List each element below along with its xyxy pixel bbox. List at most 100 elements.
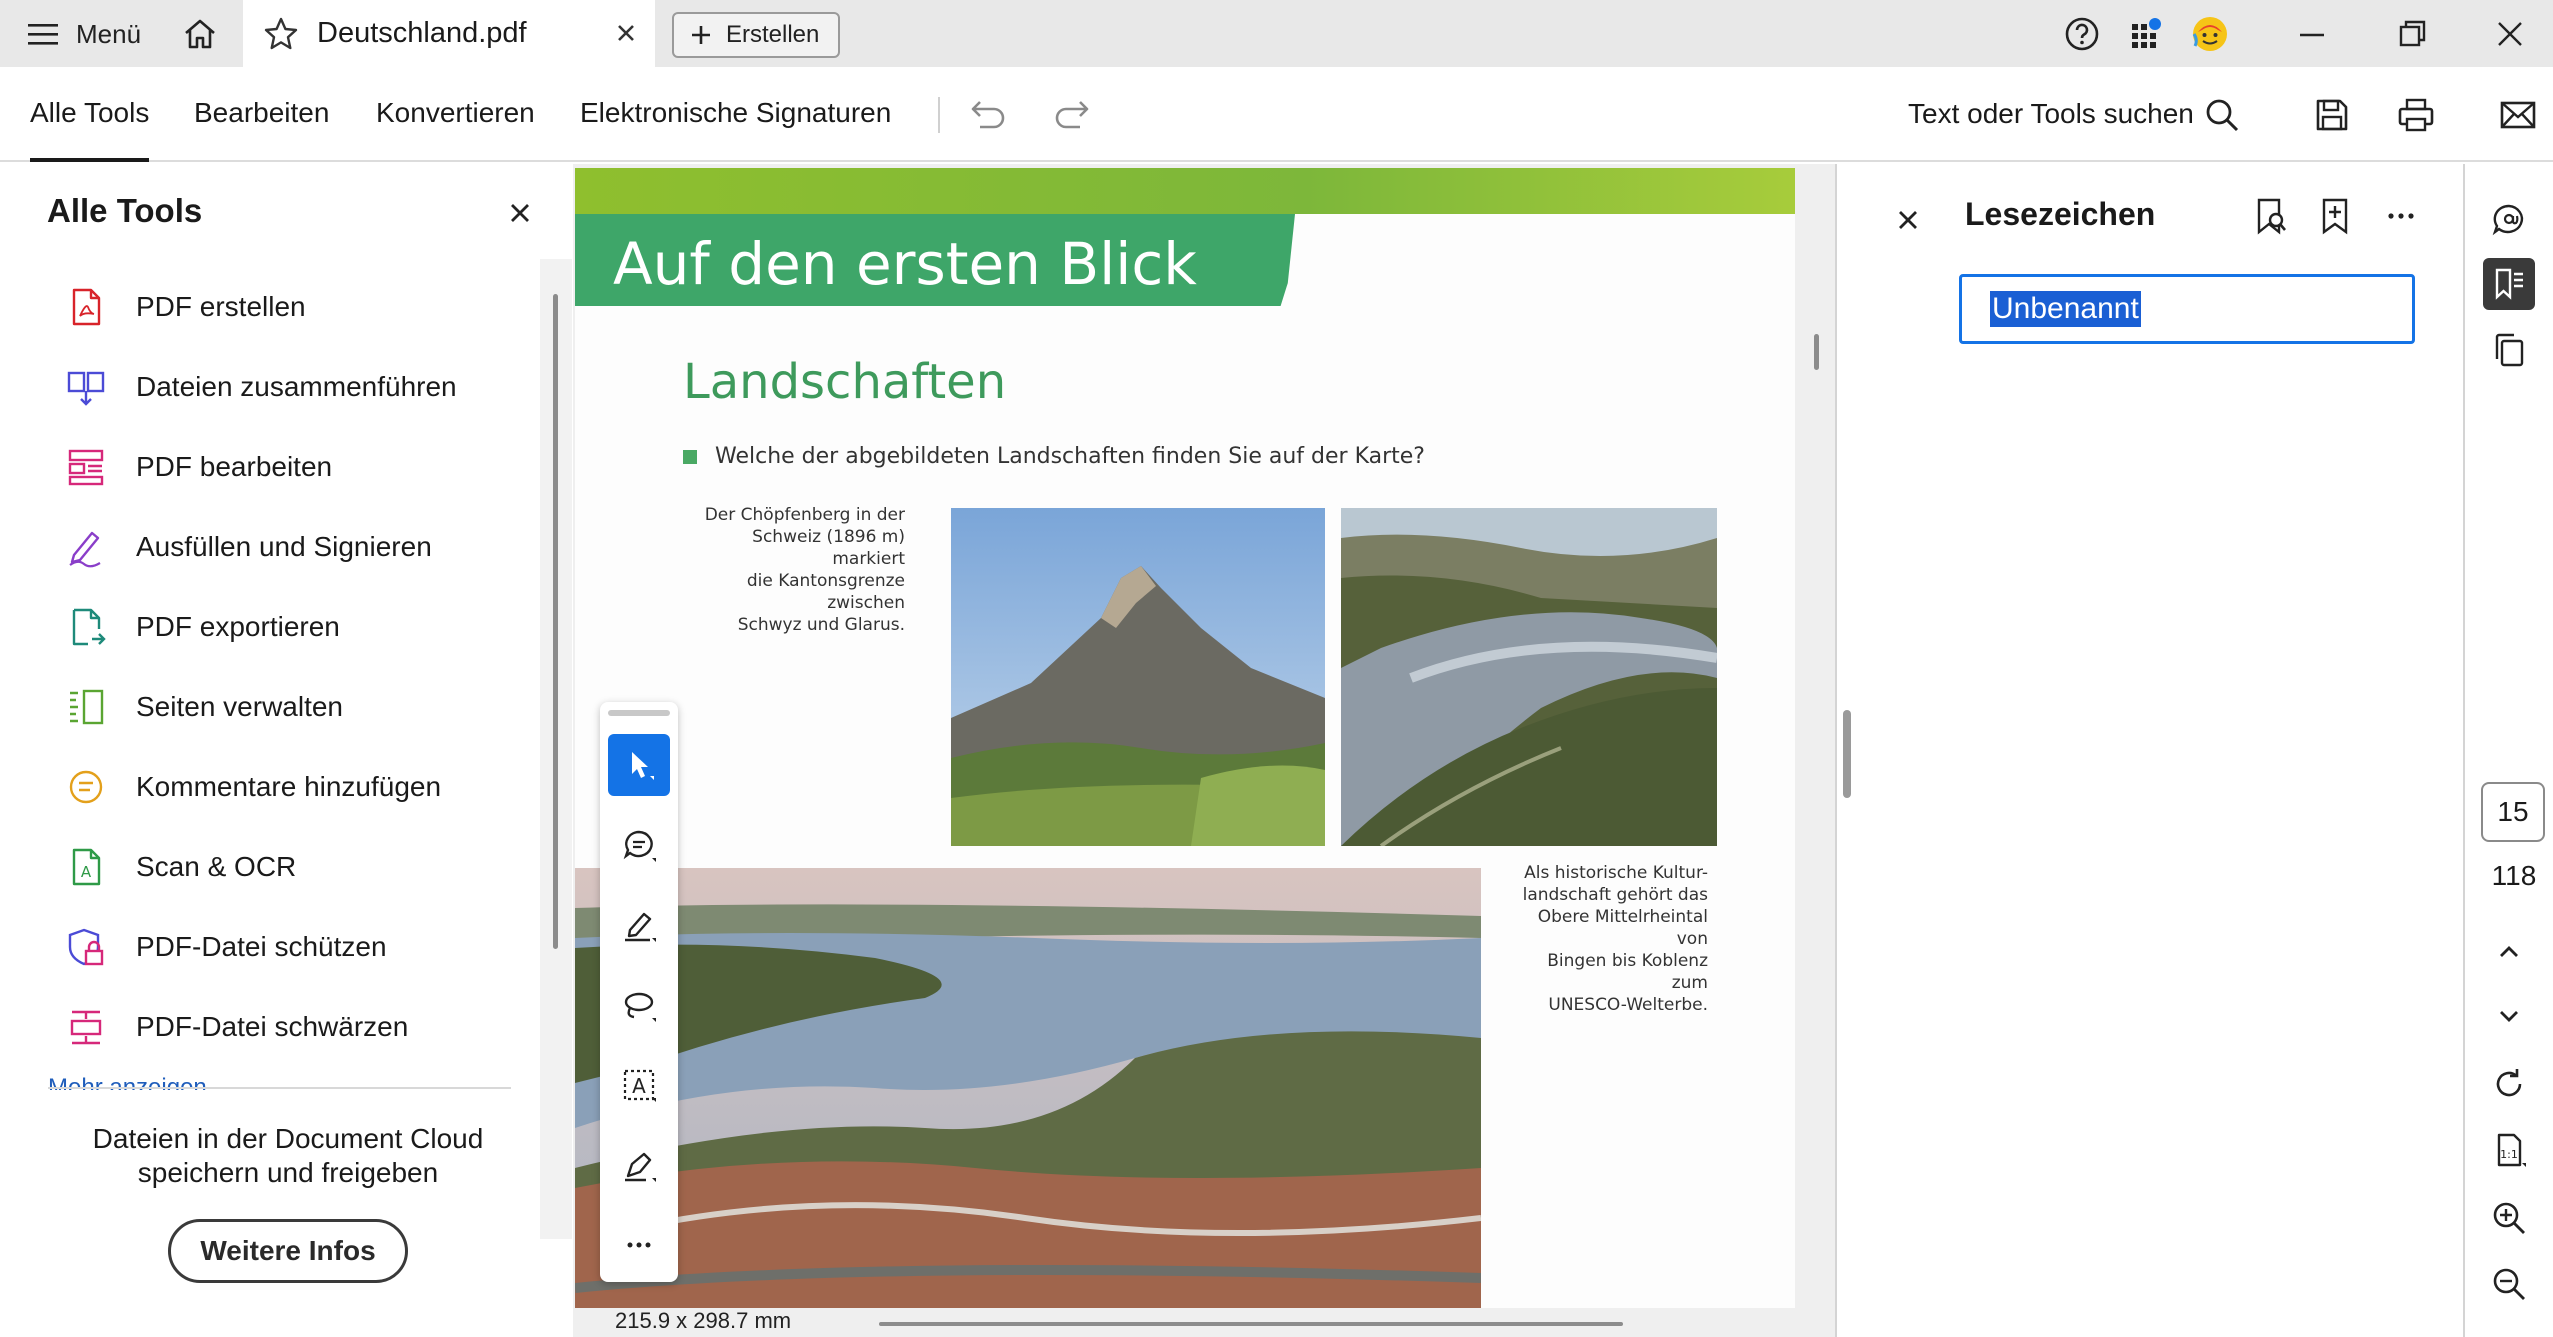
- tool-item-redact-pdf[interactable]: PDF-Datei schwärzen: [64, 1002, 408, 1052]
- text-tool-button[interactable]: A: [608, 1054, 670, 1116]
- rotate-button[interactable]: [2483, 1058, 2535, 1110]
- document-horizontal-scrollbar[interactable]: [879, 1322, 1623, 1326]
- home-icon[interactable]: [180, 14, 220, 54]
- caption-mountain: Der Chöpfenberg in der Schweiz (1896 m) …: [685, 504, 905, 636]
- email-icon[interactable]: [2496, 93, 2540, 137]
- page-size-label: 215.9 x 298.7 mm: [615, 1308, 792, 1333]
- svg-text:A: A: [81, 863, 92, 881]
- comment-tool-button[interactable]: [608, 814, 670, 876]
- tool-label: Ausfüllen und Signieren: [136, 531, 432, 562]
- search-icon[interactable]: [2200, 93, 2244, 137]
- restore-icon[interactable]: [2392, 14, 2432, 54]
- panel-resize-handle[interactable]: [1843, 710, 1851, 798]
- close-tab-icon[interactable]: [611, 18, 641, 48]
- bookmark-name-input[interactable]: Unbenannt: [1959, 274, 2415, 344]
- tool-label: PDF erstellen: [136, 291, 306, 322]
- redo-icon[interactable]: [1050, 93, 1094, 137]
- undo-icon[interactable]: [966, 93, 1010, 137]
- star-icon[interactable]: [263, 16, 299, 52]
- comment-bubble-icon: [623, 830, 656, 862]
- add-bookmark-icon[interactable]: [2315, 196, 2355, 236]
- photo-rhine-valley: [1341, 508, 1717, 846]
- search-tools-label[interactable]: Text oder Tools suchen: [1908, 98, 2194, 130]
- question-line: Welche der abgebildeten Landschaften fin…: [683, 444, 1425, 469]
- highlight-tool-button[interactable]: [608, 894, 670, 956]
- fit-page-button[interactable]: 1:1: [2483, 1124, 2535, 1176]
- tool-item-fill-sign[interactable]: Ausfüllen und Signieren: [64, 522, 432, 572]
- tab-e-signatures[interactable]: Elektronische Signaturen: [580, 97, 891, 129]
- menu-button[interactable]: Menü: [28, 16, 141, 52]
- document-viewer[interactable]: Auf den ersten Blick Landschaften Welche…: [573, 164, 1835, 1337]
- zoom-out-icon: [2493, 1268, 2525, 1300]
- close-bookmarks-icon[interactable]: [1894, 206, 1922, 234]
- zoom-out-button[interactable]: [2483, 1258, 2535, 1310]
- tool-item-combine-files[interactable]: Dateien zusammenführen: [64, 362, 457, 412]
- pages-rail-button[interactable]: [2483, 324, 2535, 376]
- tool-label: Dateien zusammenführen: [136, 371, 457, 402]
- tool-item-add-comments[interactable]: Kommentare hinzufügen: [64, 762, 441, 812]
- bookmark-name-text[interactable]: Unbenannt: [1990, 291, 2141, 327]
- pen-nib-icon: [625, 1152, 656, 1182]
- tab-title: Deutschland.pdf: [317, 17, 527, 49]
- fill-sign-icon: [69, 531, 101, 568]
- next-page-button[interactable]: [2483, 990, 2535, 1042]
- document-vertical-scrollbar[interactable]: [1814, 334, 1819, 370]
- previous-page-button[interactable]: [2483, 926, 2535, 978]
- save-icon[interactable]: [2310, 93, 2354, 137]
- close-window-icon[interactable]: [2490, 14, 2530, 54]
- tab-all-tools[interactable]: Alle Tools: [30, 97, 150, 162]
- chevron-up-icon: [2500, 946, 2518, 957]
- apps-grid-icon[interactable]: [2126, 14, 2166, 54]
- more-horizontal-icon: [627, 1242, 651, 1248]
- minimize-icon[interactable]: [2292, 14, 2332, 54]
- tool-item-scan-ocr[interactable]: A Scan & OCR: [64, 842, 296, 892]
- right-rail: 15 118 1:1: [2465, 164, 2553, 1337]
- panel-scrollbar[interactable]: [553, 294, 558, 949]
- plus-icon: [692, 26, 710, 44]
- tool-item-protect-pdf[interactable]: PDF-Datei schützen: [64, 922, 387, 972]
- menu-label: Menü: [76, 18, 142, 49]
- toolbar-divider: [938, 97, 940, 133]
- bookmark-search-icon[interactable]: [2251, 196, 2291, 236]
- tool-item-export-pdf[interactable]: PDF exportieren: [64, 602, 340, 652]
- quick-tools-toolbar: A: [600, 702, 678, 1282]
- protect-pdf-icon: [68, 928, 104, 966]
- create-button[interactable]: Erstellen: [672, 12, 840, 58]
- caption-line: Schwyz und Glarus.: [737, 615, 905, 635]
- zoom-in-button[interactable]: [2483, 1192, 2535, 1244]
- caption-line: Bingen bis Koblenz zum: [1547, 951, 1708, 993]
- panel-title: Alle Tools: [47, 192, 203, 229]
- caption-line: Obere Mittelrheintal von: [1537, 907, 1708, 949]
- draw-tool-button[interactable]: [608, 974, 670, 1036]
- select-tool-button[interactable]: [608, 734, 670, 796]
- print-icon[interactable]: [2394, 93, 2438, 137]
- title-bar: Menü Deutschland.pdf Erstellen: [0, 0, 2553, 67]
- organize-pages-icon: [70, 689, 104, 725]
- banner-title: Auf den ersten Blick: [613, 230, 1197, 298]
- tab-convert[interactable]: Konvertieren: [376, 97, 535, 129]
- more-options-icon[interactable]: [2381, 196, 2421, 236]
- main-toolbar: Alle Tools Bearbeiten Konvertieren Elekt…: [0, 67, 2553, 162]
- tab-edit[interactable]: Bearbeiten: [194, 97, 329, 129]
- avatar[interactable]: [2190, 14, 2230, 54]
- pdf-page[interactable]: Auf den ersten Blick Landschaften Welche…: [575, 168, 1795, 1308]
- close-panel-icon[interactable]: [505, 198, 535, 228]
- banner-strip: [575, 168, 1795, 214]
- sign-tool-button[interactable]: [608, 1134, 670, 1196]
- chevron-down-icon: [2500, 1011, 2518, 1022]
- comments-rail-button[interactable]: [2483, 194, 2535, 246]
- tool-label: Seiten verwalten: [136, 691, 344, 722]
- current-page-input[interactable]: 15: [2481, 782, 2545, 842]
- tool-item-edit-pdf[interactable]: PDF bearbeiten: [64, 442, 332, 492]
- tool-item-create-pdf[interactable]: PDF erstellen: [64, 282, 306, 332]
- more-info-button[interactable]: Weitere Infos: [168, 1219, 408, 1283]
- bookmarks-rail-button[interactable]: [2483, 258, 2535, 310]
- tool-item-organize-pages[interactable]: Seiten verwalten: [64, 682, 343, 732]
- create-label: Erstellen: [726, 21, 820, 48]
- more-tools-button[interactable]: [608, 1214, 670, 1276]
- help-icon[interactable]: [2062, 14, 2102, 54]
- bookmarks-title: Lesezeichen: [1965, 196, 2156, 232]
- document-tab[interactable]: Deutschland.pdf: [243, 0, 655, 67]
- combine-files-icon: [67, 371, 105, 406]
- drag-handle[interactable]: [608, 710, 670, 716]
